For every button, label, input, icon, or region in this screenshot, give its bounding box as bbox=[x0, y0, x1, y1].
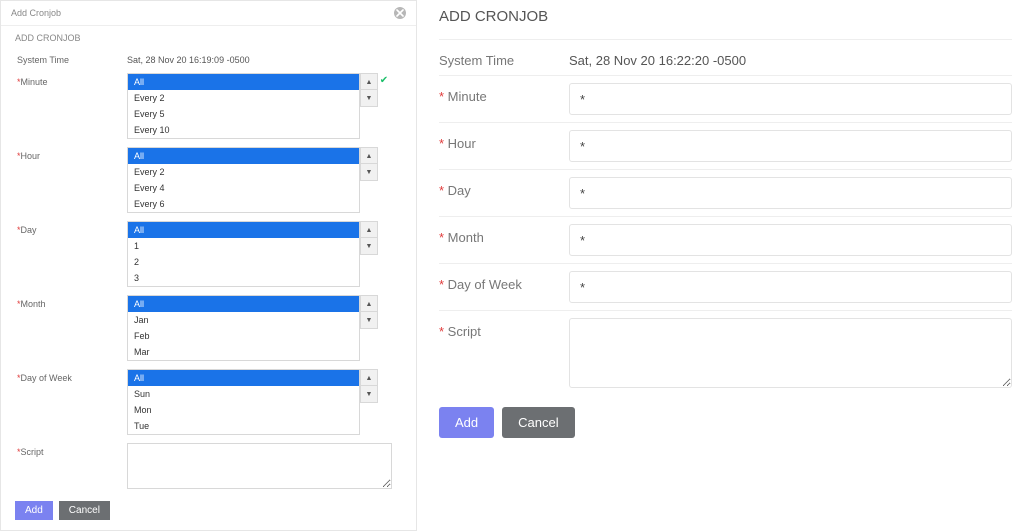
scroll-down-icon[interactable]: ▼ bbox=[360, 385, 378, 403]
day-of-week-listbox[interactable]: All Sun Mon Tue Wed bbox=[127, 369, 360, 435]
list-item[interactable]: 2 bbox=[128, 254, 359, 270]
script-label: Script bbox=[21, 447, 44, 457]
check-placeholder bbox=[376, 221, 392, 223]
list-item[interactable]: Tue bbox=[128, 418, 359, 434]
section-title: ADD CRONJOB bbox=[439, 0, 1012, 39]
list-item[interactable]: Mon bbox=[128, 402, 359, 418]
hour-input[interactable] bbox=[569, 130, 1012, 162]
month-label: Month bbox=[448, 230, 484, 245]
scroll-down-icon[interactable]: ▼ bbox=[360, 89, 378, 107]
day-of-week-input[interactable] bbox=[569, 271, 1012, 303]
hour-label: Hour bbox=[21, 151, 41, 161]
left-panel: Add Cronjob ADD CRONJOB System Time Sat,… bbox=[0, 0, 417, 531]
check-placeholder bbox=[376, 369, 392, 371]
list-item[interactable]: Every 6 bbox=[128, 196, 359, 212]
day-label: Day bbox=[21, 225, 37, 235]
list-item[interactable]: 1 bbox=[128, 238, 359, 254]
list-item[interactable]: Mar bbox=[128, 344, 359, 360]
minute-label: Minute bbox=[448, 89, 487, 104]
check-placeholder bbox=[376, 295, 392, 297]
dow-label: Day of Week bbox=[21, 373, 72, 383]
add-button[interactable]: Add bbox=[439, 407, 494, 438]
window-title: Add Cronjob bbox=[11, 8, 61, 18]
minute-listbox[interactable]: All Every 2 Every 5 Every 10 Every 15 bbox=[127, 73, 360, 139]
list-item[interactable]: All bbox=[128, 370, 359, 386]
scroll-down-icon[interactable]: ▼ bbox=[360, 163, 378, 181]
add-button[interactable]: Add bbox=[15, 501, 53, 520]
list-item[interactable]: All bbox=[128, 222, 359, 238]
scroll-down-icon[interactable]: ▼ bbox=[360, 311, 378, 329]
cancel-button[interactable]: Cancel bbox=[502, 407, 574, 438]
list-item[interactable]: Every 15 bbox=[128, 138, 359, 139]
list-item[interactable]: Every 2 bbox=[128, 90, 359, 106]
cancel-button[interactable]: Cancel bbox=[59, 501, 110, 520]
list-item[interactable]: Every 5 bbox=[128, 106, 359, 122]
system-time-value: Sat, 28 Nov 20 16:22:20 -0500 bbox=[569, 47, 746, 68]
list-item[interactable]: Every 4 bbox=[128, 180, 359, 196]
list-item[interactable]: Every 2 bbox=[128, 164, 359, 180]
system-time-label: System Time bbox=[439, 47, 569, 68]
system-time-label: System Time bbox=[1, 51, 127, 65]
hour-label: Hour bbox=[448, 136, 476, 151]
list-item[interactable]: Jan bbox=[128, 312, 359, 328]
list-item[interactable]: Feb bbox=[128, 328, 359, 344]
minute-input[interactable] bbox=[569, 83, 1012, 115]
list-item[interactable]: Apr bbox=[128, 360, 359, 361]
list-item[interactable]: 3 bbox=[128, 270, 359, 286]
list-item[interactable]: 4 bbox=[128, 286, 359, 287]
scroll-down-icon[interactable]: ▼ bbox=[360, 237, 378, 255]
script-textarea[interactable] bbox=[127, 443, 392, 489]
month-input[interactable] bbox=[569, 224, 1012, 256]
day-input[interactable] bbox=[569, 177, 1012, 209]
section-title: ADD CRONJOB bbox=[1, 26, 416, 47]
system-time-value: Sat, 28 Nov 20 16:19:09 -0500 bbox=[127, 51, 250, 65]
month-listbox[interactable]: All Jan Feb Mar Apr bbox=[127, 295, 360, 361]
check-placeholder bbox=[376, 147, 392, 149]
dow-label: Day of Week bbox=[448, 277, 522, 292]
day-label: Day bbox=[448, 183, 471, 198]
month-label: Month bbox=[21, 299, 46, 309]
list-item[interactable]: All bbox=[128, 296, 359, 312]
list-item[interactable]: Wed bbox=[128, 434, 359, 435]
list-item[interactable]: Every 10 bbox=[128, 122, 359, 138]
right-panel: ADD CRONJOB System Time Sat, 28 Nov 20 1… bbox=[417, 0, 1024, 531]
list-item[interactable]: All bbox=[128, 148, 359, 164]
close-icon[interactable] bbox=[394, 7, 406, 19]
hour-listbox[interactable]: All Every 2 Every 4 Every 6 00:00 bbox=[127, 147, 360, 213]
list-item[interactable]: All bbox=[128, 74, 359, 90]
list-item[interactable]: Sun bbox=[128, 386, 359, 402]
script-textarea[interactable] bbox=[569, 318, 1012, 388]
day-listbox[interactable]: All 1 2 3 4 bbox=[127, 221, 360, 287]
list-item[interactable]: 00:00 bbox=[128, 212, 359, 213]
script-label: Script bbox=[448, 324, 481, 339]
check-icon: ✔ bbox=[376, 73, 392, 86]
minute-label: Minute bbox=[21, 77, 48, 87]
